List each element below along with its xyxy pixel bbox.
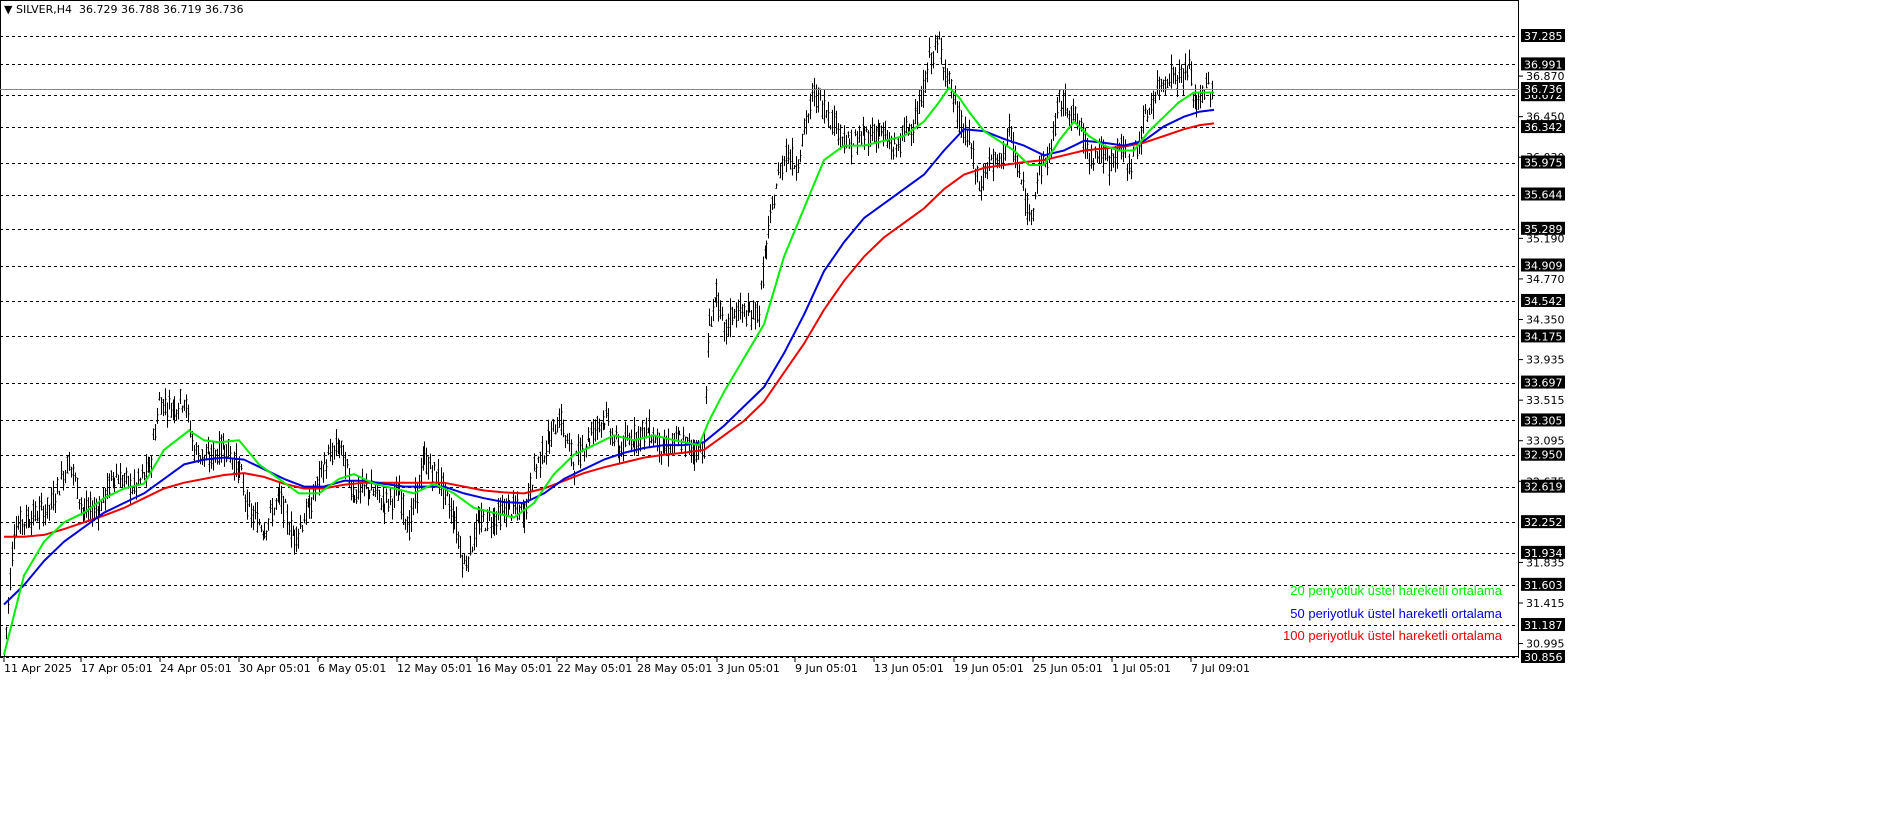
level-tag-label: 37.285: [1524, 30, 1563, 43]
x-tick-label: 17 Apr 05:01: [81, 662, 153, 675]
y-tick-label: 30.995: [1526, 638, 1565, 651]
ema20-line: [3, 86, 1214, 655]
level-tag-label: 33.697: [1524, 377, 1563, 390]
level-tag-label: 31.603: [1524, 579, 1563, 592]
y-tick-label: 33.095: [1526, 435, 1565, 448]
level-tag-label: 34.909: [1524, 260, 1563, 273]
ema50-line: [3, 108, 1215, 606]
ema100-line: [4, 122, 1215, 538]
x-tick-label: 11 Apr 2025: [4, 662, 72, 675]
level-tag-label: 35.289: [1524, 223, 1563, 236]
level-tag-label: 31.187: [1524, 619, 1563, 632]
level-tag-label: 33.305: [1524, 414, 1563, 427]
x-tick-label: 19 Jun 05:01: [954, 662, 1024, 675]
x-tick-label: 6 May 05:01: [318, 662, 386, 675]
level-tag-label: 31.934: [1524, 547, 1563, 560]
y-tick-label: 36.870: [1526, 70, 1565, 83]
x-tick-label: 1 Jul 05:01: [1112, 662, 1171, 675]
level-tag-label: 32.950: [1524, 449, 1563, 462]
y-tick-label: 33.515: [1526, 394, 1565, 407]
price-chart[interactable]: 36.87036.45036.03035.19034.77034.35033.9…: [0, 0, 1896, 820]
level-tag-label: 36.991: [1524, 58, 1563, 71]
y-tick-label: 34.350: [1526, 314, 1565, 327]
level-tag-label: 35.975: [1524, 157, 1563, 170]
level-tag-label: 36.342: [1524, 121, 1563, 134]
x-tick-label: 3 Jun 05:01: [717, 662, 780, 675]
x-tick-label: 12 May 05:01: [397, 662, 472, 675]
level-tag-label: 34.542: [1524, 295, 1563, 308]
legend-ema100-label: 100 periyotluk üstel hareketli ortalama: [1283, 628, 1502, 643]
x-tick-label: 30 Apr 05:01: [239, 662, 311, 675]
x-tick-label: 22 May 05:01: [557, 662, 632, 675]
plot-frame: [0, 0, 1519, 657]
y-tick-label: 34.770: [1526, 273, 1565, 286]
x-tick-label: 16 May 05:01: [477, 662, 552, 675]
x-tick-label: 24 Apr 05:01: [160, 662, 232, 675]
current-price-label: 36.736: [1524, 83, 1563, 96]
level-tag-label: 32.619: [1524, 481, 1563, 494]
y-tick-label: 33.935: [1526, 354, 1565, 367]
level-tag-label: 30.856: [1524, 651, 1563, 664]
x-tick-label: 7 Jul 09:01: [1191, 662, 1250, 675]
level-tag-label: 32.252: [1524, 516, 1563, 529]
level-tag-label: 34.175: [1524, 330, 1563, 343]
level-tag-label: 35.644: [1524, 189, 1563, 202]
y-tick-label: 31.415: [1526, 597, 1565, 610]
legend-ema50-label: 50 periyotluk üstel hareketli ortalama: [1290, 606, 1502, 621]
x-tick-label: 28 May 05:01: [637, 662, 712, 675]
legend-ema50: 50 periyotluk üstel hareketli ortalama: [1290, 606, 1502, 621]
x-tick-label: 13 Jun 05:01: [874, 662, 944, 675]
legend-ema100: 100 periyotluk üstel hareketli ortalama: [1283, 628, 1502, 643]
x-tick-label: 25 Jun 05:01: [1033, 662, 1103, 675]
legend-ema20: 20 periyotluk üstel hareketli ortalama: [1290, 583, 1502, 598]
legend-ema20-label: 20 periyotluk üstel hareketli ortalama: [1290, 583, 1502, 598]
x-tick-label: 9 Jun 05:01: [795, 662, 858, 675]
